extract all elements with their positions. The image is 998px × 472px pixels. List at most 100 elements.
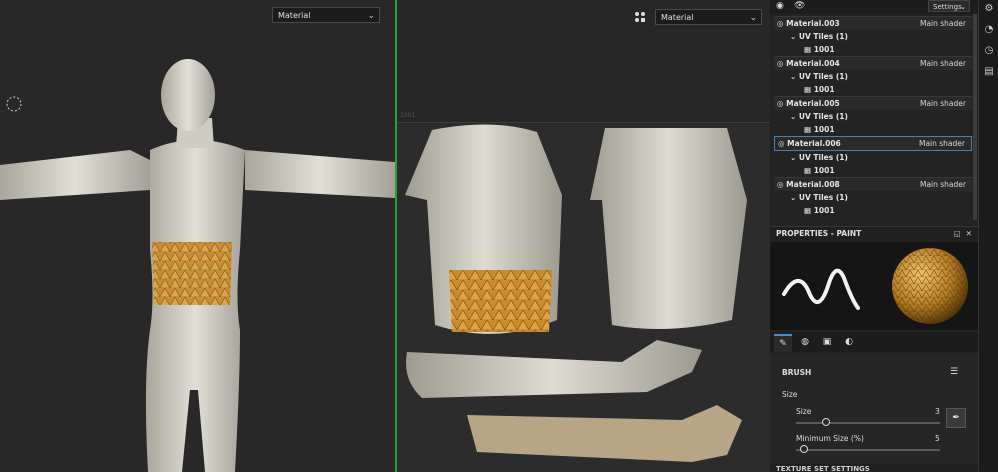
eye-grid-icon[interactable]: ◉ <box>776 1 784 11</box>
viewport-2d[interactable]: 1001 Material ⌄ <box>397 0 770 472</box>
size-value: 3 <box>935 407 940 416</box>
uv-tile-number: 1001 <box>813 206 835 215</box>
material-row-004[interactable]: ◎ Material.004 Main shader <box>774 56 972 70</box>
brush-icon: ✎ <box>779 339 787 349</box>
uv-tile-row[interactable]: ▦ 1001 <box>774 204 972 217</box>
brush-section: BRUSH ☰ Size Size 3 ✒ Minimum Size (%) 5 <box>770 354 978 472</box>
material-group-004: ◎ Material.004 Main shader ⌄ UV Tiles (1)… <box>774 56 972 96</box>
shader-label: Main shader <box>919 99 966 108</box>
uv-tiles-label: UV Tiles (1) <box>798 153 848 162</box>
material-row-005[interactable]: ◎ Material.005 Main shader <box>774 96 972 110</box>
pen-icon: ✒ <box>952 413 960 423</box>
eye-icon[interactable]: ◎ <box>777 180 784 189</box>
grid-icon: ▦ <box>804 85 812 94</box>
properties-header: PROPERTIES - PAINT ◱ ✕ <box>770 226 978 240</box>
close-icon[interactable]: ✕ <box>966 229 972 238</box>
material-group-006: ◎ Material.006 Main shader ⌄ UV Tiles (1)… <box>774 136 972 177</box>
properties-tabs: ✎ ◍ ▣ ◐ <box>770 332 978 352</box>
eye-icon[interactable]: ◎ <box>777 19 784 28</box>
texture-set-settings-header[interactable]: TEXTURE SET SETTINGS <box>770 464 978 472</box>
shader-label: Main shader <box>919 180 966 189</box>
rotate-light-icon[interactable] <box>5 95 23 113</box>
uv-tiles-label: UV Tiles (1) <box>798 32 848 41</box>
min-size-slider-handle[interactable] <box>800 445 809 453</box>
material-dropdown-2d[interactable]: Material ⌄ <box>655 9 762 25</box>
right-panel: ◉ 👁 Settings ⌄ ◎ Material.003 Main shader … <box>770 0 978 472</box>
texture-set-list-header: ◉ 👁 Settings ⌄ <box>770 0 978 14</box>
min-size-label: Minimum Size (%) <box>796 434 864 443</box>
display-settings-icon[interactable] <box>633 10 647 24</box>
chevron-down-icon: ⌄ <box>790 72 797 81</box>
material-group-008: ◎ Material.008 Main shader ⌄ UV Tiles (1)… <box>774 177 972 217</box>
grid-icon: ▦ <box>804 206 812 215</box>
character-3d-render <box>0 59 395 472</box>
uv-tiles-row[interactable]: ⌄ UV Tiles (1) <box>774 191 972 204</box>
uv-tiles-row[interactable]: ⌄ UV Tiles (1) <box>774 30 972 43</box>
alpha-icon: ◍ <box>801 337 809 347</box>
material-row-008[interactable]: ◎ Material.008 Main shader <box>774 177 972 191</box>
uv-tiles-row[interactable]: ⌄ UV Tiles (1) <box>774 110 972 123</box>
tab-material[interactable]: ◐ <box>840 334 858 350</box>
min-size-slider[interactable] <box>796 449 940 451</box>
pen-pressure-button[interactable]: ✒ <box>946 408 966 428</box>
settings-dropdown[interactable]: Settings ⌄ <box>928 0 970 12</box>
material-dropdown-3d[interactable]: Material ⌄ <box>272 7 380 23</box>
material-name: Material.005 <box>786 99 840 108</box>
settings-dropdown-label: Settings <box>933 3 962 11</box>
uv-tile-row[interactable]: ▦ 1001 <box>774 123 972 136</box>
eye-icon[interactable]: ◎ <box>777 99 784 108</box>
chevron-down-icon: ⌄ <box>790 112 797 121</box>
tab-alpha[interactable]: ◍ <box>796 334 814 350</box>
uv-tiles-row[interactable]: ⌄ UV Tiles (1) <box>774 151 972 164</box>
material-group-003: ◎ Material.003 Main shader ⌄ UV Tiles (1)… <box>774 16 972 56</box>
chevron-down-icon: ⌄ <box>790 153 797 162</box>
tab-brush[interactable]: ✎ <box>774 334 792 352</box>
right-icon-bar: ⚙ ◔ ◷ ▤ <box>978 0 998 472</box>
chevron-down-icon: ⌄ <box>790 193 797 202</box>
shader-label: Main shader <box>919 59 966 68</box>
min-size-value: 5 <box>935 434 940 443</box>
uv-tile-number: 1001 <box>813 45 835 54</box>
size-label: Size <box>796 407 812 416</box>
texture-set-list: ◎ Material.003 Main shader ⌄ UV Tiles (1)… <box>774 16 972 217</box>
chevron-down-icon: ⌄ <box>790 32 797 41</box>
float-panel-icon[interactable]: ◱ <box>954 229 961 238</box>
viewport-3d[interactable]: Material ⌄ <box>0 0 395 472</box>
brush-preview-area <box>770 242 978 330</box>
brush-section-title: BRUSH <box>782 368 812 377</box>
material-icon: ◐ <box>845 337 853 347</box>
uv-tile-row[interactable]: ▦ 1001 <box>774 43 972 56</box>
list-scrollbar[interactable] <box>973 14 977 220</box>
chevron-down-icon: ⌄ <box>960 3 966 11</box>
uv-tiles-label: UV Tiles (1) <box>798 72 848 81</box>
material-name: Material.008 <box>786 180 840 189</box>
history-icon[interactable]: ◷ <box>983 45 995 57</box>
uv-tile-row[interactable]: ▦ 1001 <box>774 164 972 177</box>
preset-menu-icon[interactable]: ☰ <box>950 367 958 377</box>
eye-icon[interactable]: ◎ <box>777 59 784 68</box>
properties-title: PROPERTIES - PAINT <box>776 229 862 238</box>
uv-tile-row[interactable]: ▦ 1001 <box>774 83 972 96</box>
size-slider[interactable] <box>796 422 940 424</box>
material-dropdown-3d-label: Material <box>278 11 311 20</box>
uv-tiles-row[interactable]: ⌄ UV Tiles (1) <box>774 70 972 83</box>
shader-label: Main shader <box>918 139 965 148</box>
shelf-icon[interactable]: ◔ <box>983 24 995 36</box>
eye-icon[interactable]: 👁 <box>794 1 805 11</box>
material-dropdown-2d-label: Material <box>661 13 694 22</box>
tab-stencil[interactable]: ▣ <box>818 334 836 350</box>
shader-label: Main shader <box>919 19 966 28</box>
uv-texture-layout <box>405 124 747 462</box>
eye-icon[interactable]: ◎ <box>778 139 785 148</box>
brush-stroke-preview <box>782 248 968 324</box>
grid-icon: ▦ <box>804 45 812 54</box>
material-name: Material.006 <box>787 139 841 148</box>
grid-icon: ▦ <box>804 166 812 175</box>
uv-tiles-label: UV Tiles (1) <box>798 193 848 202</box>
size-slider-handle[interactable] <box>821 418 830 426</box>
material-row-006-selected[interactable]: ◎ Material.006 Main shader <box>774 136 972 151</box>
settings-gear-icon[interactable]: ⚙ <box>983 3 995 15</box>
material-row-003[interactable]: ◎ Material.003 Main shader <box>774 16 972 30</box>
grid-icon: ▦ <box>804 125 812 134</box>
log-icon[interactable]: ▤ <box>983 66 995 78</box>
